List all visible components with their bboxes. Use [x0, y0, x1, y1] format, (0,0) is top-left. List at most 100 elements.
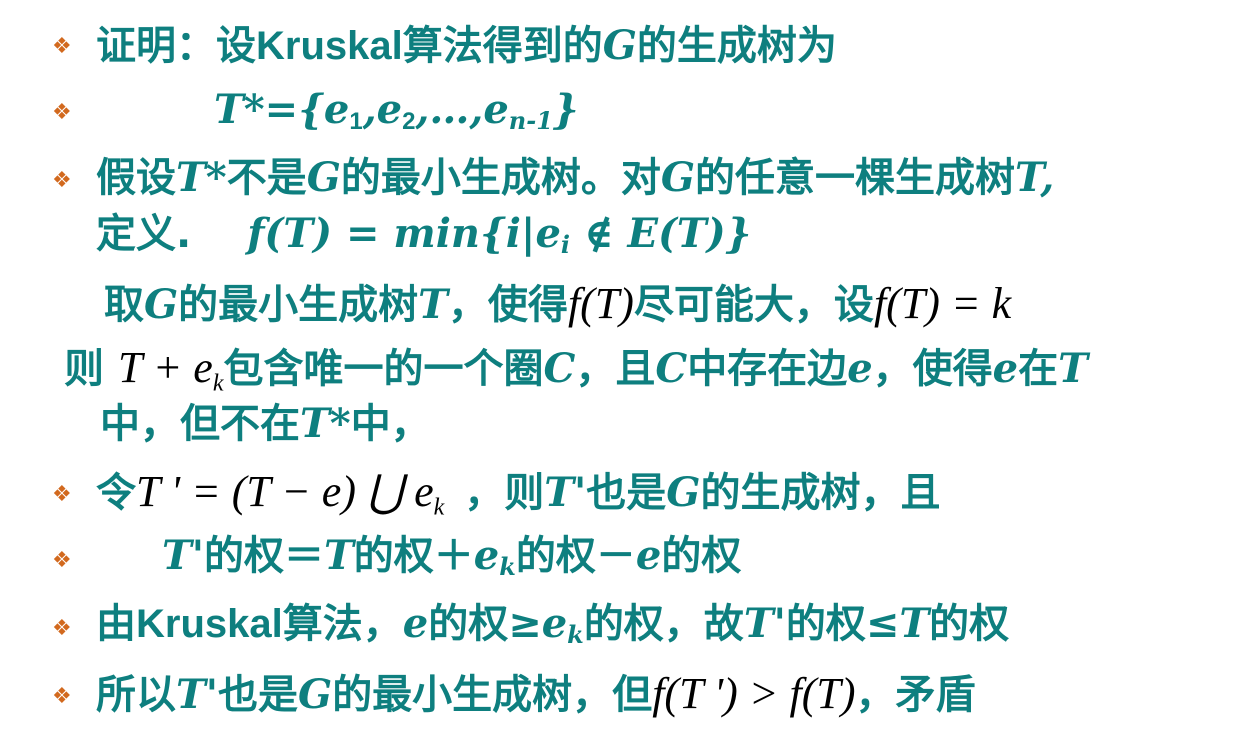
text: , [1040, 154, 1055, 201]
text: ，矛盾 [855, 672, 976, 718]
text: 的最小生成树 [178, 282, 419, 328]
var-t: T [1058, 345, 1088, 392]
text: 则 [64, 346, 104, 392]
subscript: k [567, 620, 584, 649]
text: 的权 [929, 601, 1010, 647]
text: 的权＋ [353, 533, 474, 579]
line-proof-intro: 证明：设Kruskal算法得到的G的生成树为 [96, 23, 837, 69]
bullet-icon: ❖ [52, 684, 72, 709]
var-e: e [992, 345, 1019, 392]
var-e: e [323, 86, 350, 133]
formula-f-of-t-rest: ∉ E(T)} [570, 210, 752, 257]
text: } [552, 86, 579, 133]
var-tprime: T' [162, 532, 205, 579]
line-cycle: 则 T + ek包含唯一的一个圈C，且C中存在边e，使得e在T [64, 343, 1088, 396]
subscript: 2 [402, 108, 416, 135]
subscript: k [433, 494, 445, 521]
var-g: G [666, 469, 701, 516]
text-kruskal: Kruskal [136, 602, 283, 646]
text: 不是 [226, 155, 307, 201]
bullet-icon: ❖ [52, 616, 72, 641]
text: 由 [96, 601, 136, 647]
subscript: n-1 [508, 106, 553, 135]
text: ，使得 [872, 346, 993, 392]
text: 证明：设 [96, 23, 256, 69]
text: ，且 [575, 346, 656, 392]
text: 的最小生成树，但 [332, 672, 653, 718]
text: 的权≤ [785, 601, 900, 647]
text: 取 [104, 282, 144, 328]
var-t: T [899, 600, 930, 647]
text: 中存在边 [687, 346, 848, 392]
line-conclusion: 所以T'也是G的最小生成树，但f(T ') > f(T)，矛盾 [96, 672, 976, 716]
text: 也是 [218, 672, 299, 718]
text: 的权－ [515, 533, 636, 579]
var-e: e [635, 532, 662, 579]
line-assume: 假设T*不是G的最小生成树。对G的任意一棵生成树T, [96, 155, 1054, 201]
bullet-icon: ❖ [52, 34, 72, 59]
text: 定义. [96, 211, 192, 257]
formula-f-of-t: f(T) = min{i|e [247, 210, 561, 257]
line-by-kruskal: 由Kruskal算法，e的权≥ek的权，故T'的权≤T的权 [96, 601, 1010, 647]
var-e: e [473, 532, 500, 579]
formula-tstar: T*={ [214, 86, 324, 133]
bullet-icon: ❖ [52, 100, 72, 125]
text: 在 [1018, 346, 1059, 392]
var-e: e [847, 345, 873, 392]
var-t: T [1015, 154, 1041, 201]
var-g: G [306, 154, 341, 201]
text: 包含唯一的一个圈 [223, 346, 544, 392]
var-tprime: T' [544, 469, 587, 516]
var-e: e [541, 600, 568, 647]
text: 所以 [96, 672, 176, 718]
line-define: 定义. f(T) = min{i|ei ∉ E(T)} [96, 211, 751, 257]
subscript: k [499, 552, 516, 581]
line-let-tprime: 令T ' = (T − e) ⋃ ek ，则T'也是G的生成树，且 [96, 467, 940, 520]
subscript: k [212, 370, 224, 397]
var-e: e [402, 600, 429, 647]
text: 也是 [586, 470, 667, 516]
slide: ❖ 证明：设Kruskal算法得到的G的生成树为 ❖ T*={e1,e2,…,e… [0, 0, 1250, 756]
var-e: e [376, 86, 403, 133]
text: ，使得 [447, 282, 568, 328]
text: 的权，故 [583, 601, 744, 647]
var-tstar: T* [300, 400, 351, 447]
var-c: C [543, 345, 576, 392]
text: ，则 [464, 470, 545, 516]
bullet-icon: ❖ [52, 548, 72, 573]
text: ,…, [415, 86, 484, 133]
var-tprime: T' [176, 671, 219, 718]
text: 中， [350, 401, 431, 447]
bullet-icon: ❖ [52, 482, 72, 507]
line-take-tree: 取G的最小生成树T，使得f(T)尽可能大，设f(T) = k [104, 282, 1011, 326]
var-tstar: T* [176, 154, 227, 201]
var-t: T [418, 281, 448, 328]
var-g: G [144, 281, 179, 328]
text: 的权 [661, 533, 742, 579]
line-tstar-set: T*={e1,e2,…,en-1} [214, 90, 579, 134]
var-c: C [655, 345, 688, 392]
formula-tprime-def: T ' = (T − e) ⋃ e [136, 467, 434, 516]
text: 的生成树为 [636, 23, 837, 69]
var-e: e [483, 86, 509, 133]
text: 的最小生成树。对 [340, 155, 661, 201]
text: 的权≥ [428, 601, 542, 647]
var-g: G [602, 22, 637, 69]
formula-t-plus-ek: T + e [117, 343, 213, 392]
var-tprime: T' [743, 600, 786, 647]
formula-f-t-equals-k: f(T) = k [873, 279, 1012, 328]
subscript: 1 [349, 108, 363, 135]
text: 算法得到的 [402, 23, 603, 69]
line-weight-relation: T'的权＝T的权＋ek的权－e的权 [162, 533, 742, 579]
var-g: G [660, 154, 696, 201]
text: 的权＝ [204, 533, 325, 579]
text: 算法， [282, 601, 403, 647]
text: 假设 [96, 155, 176, 201]
text: 尽可能大，设 [633, 282, 874, 328]
text-kruskal: Kruskal [256, 24, 403, 68]
bullet-icon: ❖ [52, 168, 72, 193]
text: , [362, 86, 377, 133]
formula-f-t: f(T) [567, 279, 634, 328]
line-not-in-tstar: 中，但不在T*中， [100, 401, 431, 447]
var-g: G [298, 671, 333, 718]
